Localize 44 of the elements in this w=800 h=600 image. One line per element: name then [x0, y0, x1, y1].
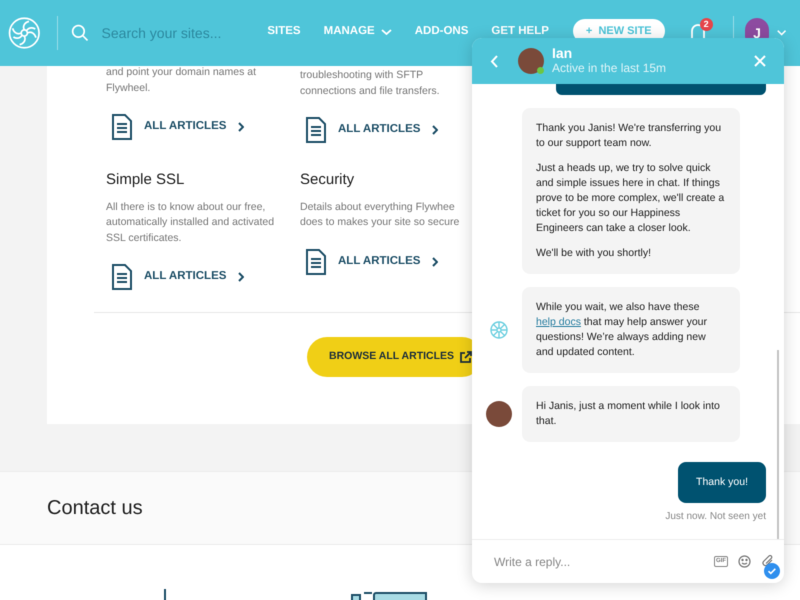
message-text: We'll be with you shortly! [536, 246, 652, 261]
notification-badge: 2 [700, 18, 713, 31]
agent-avatar [486, 401, 512, 427]
back-icon[interactable] [490, 54, 498, 68]
document-icon [306, 248, 326, 274]
chevron-right-icon [238, 272, 244, 282]
close-icon[interactable] [754, 55, 766, 67]
chevron-down-icon[interactable] [776, 29, 786, 37]
wheel-icon [490, 321, 508, 339]
all-articles-link[interactable]: ALL ARTICLES [306, 117, 438, 143]
chevron-right-icon [432, 256, 438, 266]
external-link-icon [460, 351, 472, 363]
document-icon [112, 264, 132, 290]
message-text: Thank you Janis! We're transferring you to our support team now. [536, 121, 722, 151]
message-text: Just a heads up, we try to solve quick and simple issues here in chat. If things prove to be more complex, we'll create a ticket for you so our Happiness Engineers can take a closer look. [536, 161, 726, 236]
paperclip-icon[interactable] [761, 555, 774, 568]
chevron-down-icon [380, 29, 392, 35]
document-icon [112, 114, 132, 140]
agent-avatar [518, 48, 544, 74]
message-text: Hi Janis, just a moment while I look into that. [536, 399, 721, 429]
document-icon [306, 117, 326, 143]
category-description: and point your domain names at Flywheel. [106, 65, 258, 96]
check-icon[interactable] [764, 563, 780, 579]
category-title: Simple SSL [106, 170, 186, 190]
message-text: Thank you! [696, 475, 748, 490]
all-articles-link[interactable]: ALL ARTICLES [112, 114, 244, 140]
agent-status: Active in the last 15m [552, 61, 666, 76]
chevron-right-icon [238, 122, 244, 132]
category-description: Details about everything Flywhee does to makes your site so secure [300, 200, 460, 230]
search-icon [71, 22, 90, 44]
emoji-icon[interactable] [738, 555, 751, 568]
read-receipt: Just now. Not seen yet [665, 510, 766, 524]
all-articles-link[interactable]: ALL ARTICLES [112, 264, 244, 290]
all-articles-link[interactable]: ALL ARTICLES [306, 248, 438, 274]
scrollbar[interactable] [777, 350, 779, 539]
category-description: troubleshooting with SFTP connections and file transfers. [300, 68, 440, 98]
agent-name: Ian [552, 46, 574, 61]
help-docs-link[interactable]: help docs [536, 316, 581, 328]
section-heading: Contact us [47, 496, 143, 521]
category-description: All there is to know about our free, automatically installed and activated SSL certificates. [106, 200, 276, 246]
message-text: While you wait, we also have these help docs that may help answer your questions! We’re always adding new and updated content. [536, 300, 708, 360]
reply-field[interactable]: Write a reply... [494, 552, 704, 570]
chevron-right-icon [432, 125, 438, 135]
category-title: Security [300, 170, 356, 190]
